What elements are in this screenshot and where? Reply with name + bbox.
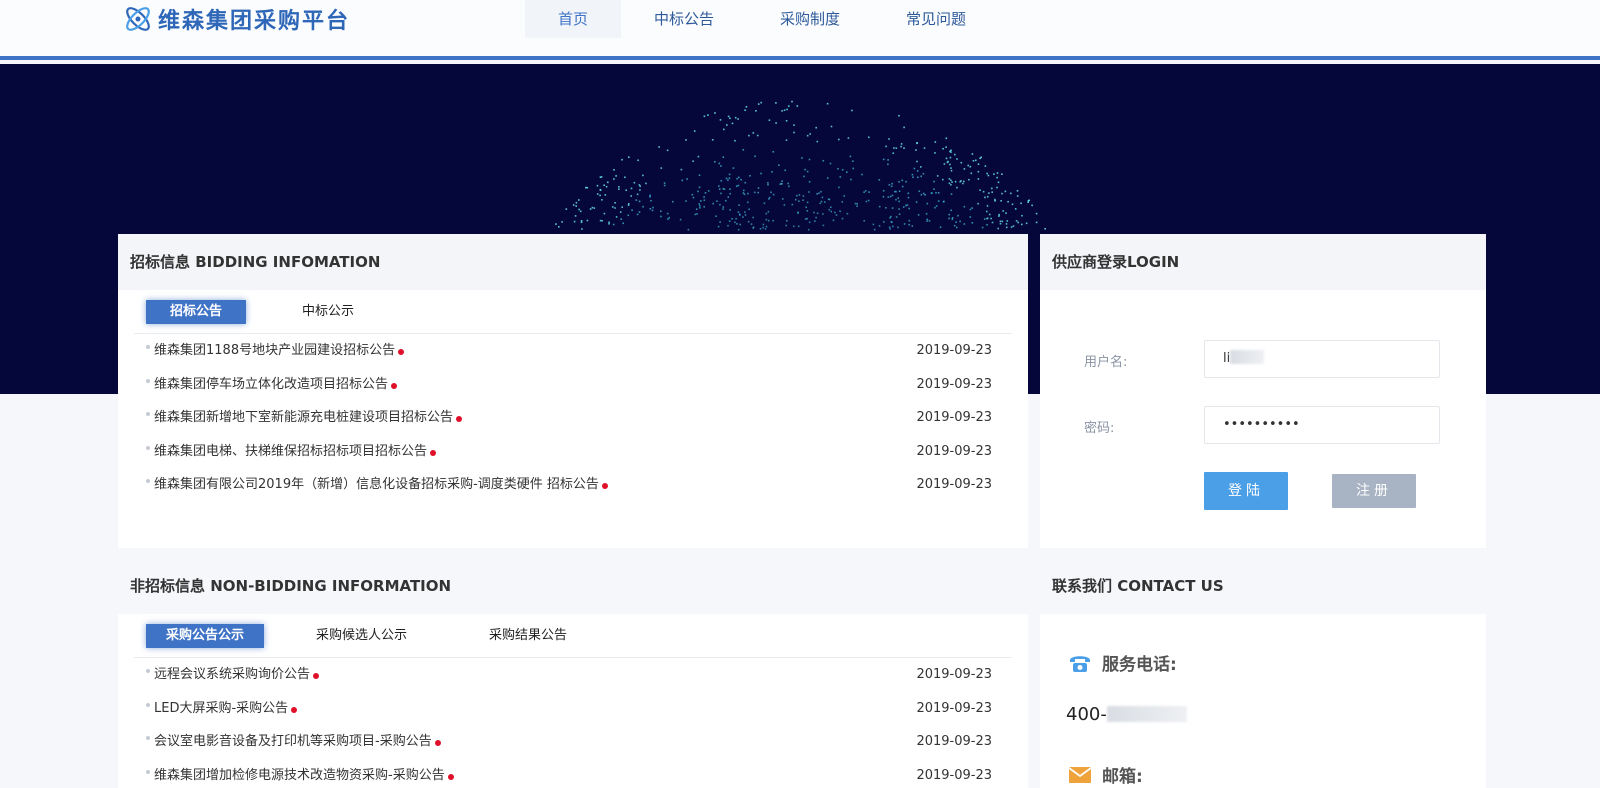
new-dot-icon [456, 416, 463, 422]
nav-faq[interactable]: 常见问题 [873, 0, 999, 38]
tab-procurement-notice[interactable]: 采购公告公示 [146, 623, 265, 648]
list-item-date: 2019-09-23 [916, 734, 992, 749]
nonbidding-tabs: 采购公告公示 采购候选人公示 采购结果公告 [134, 614, 1012, 658]
list-item-title[interactable]: 维森集团停车场立体化改造项目招标公告 [154, 377, 388, 392]
register-button[interactable]: 注册 [1332, 474, 1416, 508]
list-item[interactable]: 会议室电影音设备及打印机等采购项目-采购公告 2019-09-23 [134, 725, 1012, 759]
login-panel-title: 供应商登录LOGIN [1040, 234, 1486, 290]
list-item[interactable]: 维森集团电梯、扶梯维保招标招标项目招标公告 2019-09-23 [134, 435, 1012, 469]
nonbidding-panel-title: 非招标信息 NON-BIDDING INFORMATION [118, 558, 1028, 614]
bidding-tabs: 招标公告 中标公示 [134, 290, 1012, 334]
username-value: li [1223, 351, 1231, 366]
service-phone-label: 服务电话: [1068, 650, 1177, 675]
new-dot-icon [398, 349, 405, 355]
contact-panel-title: 联系我们 CONTACT US [1040, 558, 1486, 614]
list-item-title[interactable]: LED大屏采购-采购公告 [154, 701, 288, 716]
list-item-date: 2019-09-23 [916, 700, 992, 716]
list-item[interactable]: 维森集团1188号地块产业园建设招标公告 2019-09-23 [134, 334, 1012, 368]
list-item[interactable]: 维森集团停车场立体化改造项目招标公告 2019-09-23 [134, 368, 1012, 402]
list-item[interactable]: LED大屏采购-采购公告 2019-09-23 [134, 692, 1012, 726]
bidding-list: 维森集团1188号地块产业园建设招标公告 2019-09-23 维森集团停车场立体… [134, 334, 1012, 502]
list-item-date: 2019-09-23 [916, 343, 992, 358]
new-dot-icon [430, 449, 437, 456]
login-panel: 供应商登录LOGIN 用户名: li 密码: •••••••••• 登陆 注册 [1040, 234, 1486, 548]
username-label: 用户名: [1084, 355, 1128, 370]
mail-icon [1068, 766, 1092, 783]
email-label: 邮箱: [1068, 762, 1143, 787]
list-item-title[interactable]: 维森集团新增地下室新能源充电桩建设项目招标公告 [154, 410, 453, 425]
list-item[interactable]: 维森集团有限公司2019年（新增）信息化设备招标采购-调度类硬件 招标公告 201… [134, 468, 1012, 502]
list-item-title[interactable]: 维森集团有限公司2019年（新增）信息化设备招标采购-调度类硬件 招标公告 [154, 477, 599, 492]
list-item-date: 2019-09-23 [916, 376, 992, 392]
password-input[interactable]: •••••••••• [1204, 406, 1440, 444]
new-dot-icon [601, 483, 608, 489]
atom-logo-icon [126, 7, 150, 31]
new-dot-icon [291, 706, 298, 713]
list-item-title[interactable]: 维森集团1188号地块产业园建设招标公告 [154, 343, 395, 358]
phone-icon [1070, 655, 1090, 672]
list-item-date: 2019-09-23 [916, 410, 992, 425]
bidding-panel-title: 招标信息 BIDDING INFOMATION [118, 234, 1028, 290]
phone-prefix: 400- [1066, 704, 1107, 725]
new-dot-icon [434, 740, 441, 746]
list-item-date: 2019-09-23 [916, 667, 992, 682]
tab-candidate-publicity[interactable]: 采购候选人公示 [292, 624, 431, 648]
list-item[interactable]: 维森集团新增地下室新能源充电桩建设项目招标公告 2019-09-23 [134, 401, 1012, 435]
contact-panel: 联系我们 CONTACT US 服务电话: 400- 邮箱: [1040, 558, 1486, 788]
list-item-date: 2019-09-23 [916, 443, 992, 459]
username-input[interactable]: li [1204, 340, 1440, 378]
list-item[interactable]: 远程会议系统采购询价公告 2019-09-23 [134, 658, 1012, 692]
list-item[interactable]: 维森集团增加检修电源技术改造物资采购-采购公告 2019-09-23 [134, 759, 1012, 788]
site-title: 维森集团采购平台 [158, 9, 351, 34]
nav-award-notice[interactable]: 中标公告 [621, 0, 747, 38]
redacted-text [1230, 350, 1265, 364]
new-dot-icon [447, 773, 454, 780]
tab-result-notice[interactable]: 采购结果公告 [465, 624, 591, 648]
list-item-title[interactable]: 远程会议系统采购询价公告 [154, 667, 310, 682]
site-logo[interactable]: 维森集团采购平台 [122, 2, 350, 36]
tab-bidding-notice[interactable]: 招标公告 [146, 299, 247, 324]
password-label: 密码: [1084, 421, 1115, 436]
service-phone-number: 400- [1066, 704, 1187, 725]
main-nav: 首页 中标公告 采购制度 常见问题 [525, 0, 999, 38]
new-dot-icon [313, 673, 320, 679]
nav-home[interactable]: 首页 [525, 0, 622, 38]
nonbidding-list: 远程会议系统采购询价公告 2019-09-23 LED大屏采购-采购公告 2019-… [134, 658, 1012, 788]
nav-procurement-policy[interactable]: 采购制度 [747, 0, 873, 38]
tab-award-publicity[interactable]: 中标公示 [278, 300, 378, 324]
list-item-title[interactable]: 维森集团电梯、扶梯维保招标招标项目招标公告 [154, 444, 427, 459]
list-item-title[interactable]: 维森集团增加检修电源技术改造物资采购-采购公告 [154, 768, 445, 783]
bidding-panel: 招标信息 BIDDING INFOMATION 招标公告 中标公示 维森集团11… [118, 234, 1028, 548]
redacted-text [1106, 706, 1187, 722]
email-text: 邮箱: [1102, 767, 1143, 787]
list-item-date: 2019-09-23 [916, 477, 992, 492]
list-item-title[interactable]: 会议室电影音设备及打印机等采购项目-采购公告 [154, 734, 432, 749]
top-header: 维森集团采购平台 首页 中标公告 采购制度 常见问题 [0, 0, 1600, 60]
nonbidding-panel: 非招标信息 NON-BIDDING INFORMATION 采购公告公示 采购候… [118, 558, 1028, 788]
list-item-date: 2019-09-23 [916, 767, 992, 783]
new-dot-icon [391, 382, 398, 389]
login-button[interactable]: 登陆 [1204, 472, 1288, 510]
service-phone-text: 服务电话: [1102, 655, 1177, 675]
